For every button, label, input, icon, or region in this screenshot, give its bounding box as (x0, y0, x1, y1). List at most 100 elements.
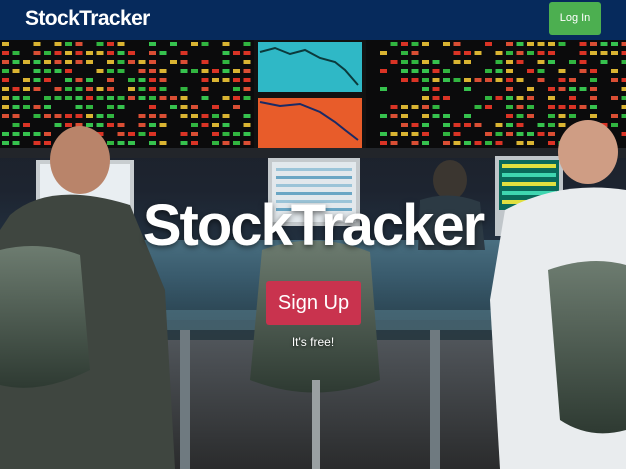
ticker-cell (86, 96, 93, 100)
ticker-cell (222, 132, 230, 136)
ticker-cell (44, 51, 51, 55)
ticker-cell (65, 51, 72, 55)
ticker-cell (464, 51, 471, 55)
ticker-cell (12, 51, 20, 55)
ticker-cell (117, 60, 125, 64)
monitor-row (276, 176, 352, 179)
ticker-cell (443, 96, 450, 100)
ticker-cell (495, 123, 503, 127)
brand-logo-text[interactable]: StockTracker (25, 7, 150, 31)
ticker-cell (590, 42, 597, 46)
ticker-cell (579, 69, 587, 73)
ticker-cell (621, 60, 626, 64)
ticker-cell (138, 87, 146, 91)
ticker-cell (180, 141, 188, 145)
trader-right-head (558, 120, 618, 184)
ticker-cell (243, 141, 251, 145)
ticker-cell (44, 114, 51, 118)
ticker-cell (548, 42, 555, 46)
ticker-cell (149, 114, 156, 118)
ticker-cell (86, 51, 93, 55)
signup-button[interactable]: Sign Up (266, 281, 361, 325)
ticker-cell (201, 114, 209, 118)
ticker-cell (453, 132, 461, 136)
ticker-cell (464, 87, 471, 91)
ticker-cell (243, 51, 251, 55)
ticker-cell (149, 141, 156, 145)
ticker-cell (506, 60, 513, 64)
ticker-cell (65, 42, 72, 46)
ticker-cell (222, 42, 230, 46)
ticker-cell (44, 141, 51, 145)
ticker-cell (506, 51, 513, 55)
ticker-cell (432, 60, 440, 64)
ticker-cell (621, 132, 626, 136)
ticker-cell (411, 42, 419, 46)
ticker-cell (44, 69, 51, 73)
ticker-cell (527, 69, 534, 73)
ticker-cell (506, 78, 513, 82)
ticker-cell (422, 141, 429, 145)
ticker-cell (159, 51, 167, 55)
ticker-cell (401, 123, 408, 127)
ticker-cell (558, 78, 566, 82)
ticker-cell (390, 141, 398, 145)
ticker-cell (86, 105, 93, 109)
ticker-cell (453, 42, 461, 46)
ticker-cell (96, 51, 104, 55)
ticker-cell (516, 105, 524, 109)
ticker-cell (201, 42, 209, 46)
ticker-cell (159, 96, 167, 100)
ticker-cell (495, 96, 503, 100)
ticker-cell (65, 78, 72, 82)
ticker-cell (411, 69, 419, 73)
ticker-cell (464, 123, 471, 127)
ticker-cell (548, 105, 555, 109)
ticker-cell (23, 87, 30, 91)
ticker-cell (443, 42, 450, 46)
ticker-cell (2, 60, 9, 64)
ticker-cell (128, 132, 135, 136)
ticker-cell (579, 60, 587, 64)
ticker-cell (107, 141, 114, 145)
ticker-cell (611, 51, 618, 55)
ticker-cell (117, 69, 125, 73)
ticker-cell (65, 123, 72, 127)
monitor-row (502, 173, 556, 177)
ticker-cell (222, 141, 230, 145)
ticker-cell (506, 123, 513, 127)
ticker-cell (33, 69, 41, 73)
ticker-cell (401, 114, 408, 118)
ticker-cell (222, 51, 230, 55)
ticker-cell (401, 105, 408, 109)
ticker-cell (33, 132, 41, 136)
ticker-cell (516, 51, 524, 55)
ticker-cell (159, 78, 167, 82)
ticker-cell (33, 78, 41, 82)
ticker-cell (149, 96, 156, 100)
ticker-cell (411, 123, 419, 127)
ticker-cell (443, 114, 450, 118)
ticker-cell (411, 132, 419, 136)
ticker-cell (401, 78, 408, 82)
ticker-cell (12, 123, 20, 127)
ticker-cell (212, 141, 219, 145)
ticker-cell (86, 87, 93, 91)
ticker-cell (432, 105, 440, 109)
monitor-row (276, 168, 352, 171)
ticker-cell (243, 123, 251, 127)
ticker-cell (443, 69, 450, 73)
login-button[interactable]: Log In (549, 2, 601, 35)
ticker-cell (243, 42, 251, 46)
ticker-cell (380, 132, 387, 136)
ticker-cell (600, 42, 608, 46)
ticker-cell (579, 87, 587, 91)
ticker-cell (149, 60, 156, 64)
ticker-cell (180, 87, 188, 91)
ticker-cell (65, 96, 72, 100)
ticker-cell (12, 87, 20, 91)
monitor-row (502, 182, 556, 186)
ticker-cell (54, 123, 62, 127)
ticker-cell (411, 51, 419, 55)
ticker-cell (2, 69, 9, 73)
